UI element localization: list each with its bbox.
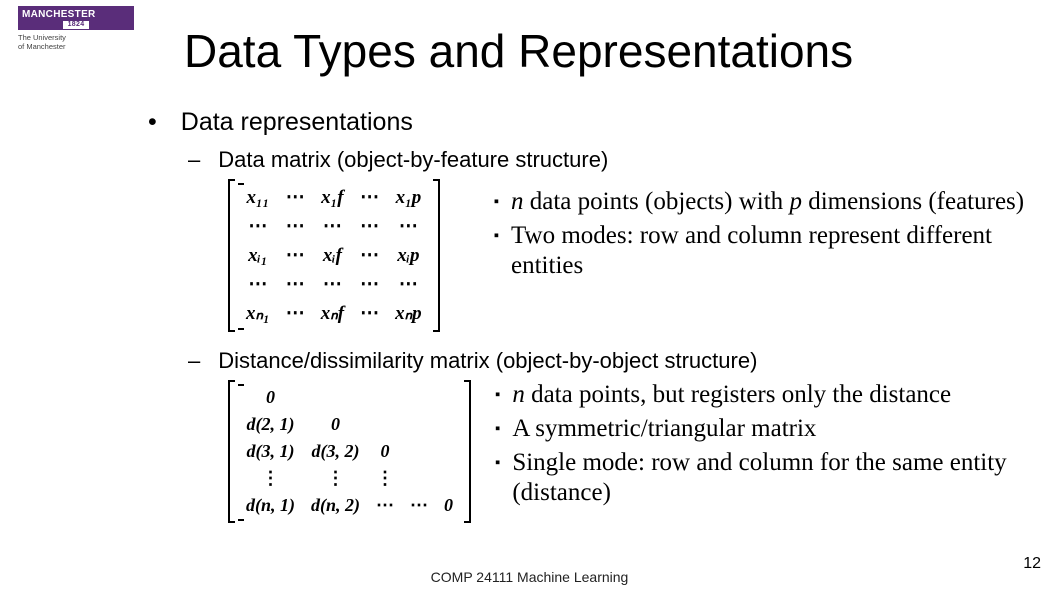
m1-cell: ⋯: [278, 212, 313, 241]
m2-cell: [402, 384, 436, 411]
m2-cell: [402, 465, 436, 492]
m2-cell: d(n, 1): [238, 492, 303, 519]
logo-subtitle: The University of Manchester: [18, 33, 134, 51]
m2-cell: ⋯: [402, 492, 436, 519]
m1-cell: ⋯: [238, 270, 278, 299]
university-logo: MANCHESTER 1824 The University of Manche…: [18, 6, 134, 51]
logo-brand: MANCHESTER 1824: [18, 6, 134, 30]
note-2a: ▪ n data points, but registers only the …: [495, 380, 1028, 410]
m1-cell: ⋯: [238, 212, 278, 241]
slide-title: Data Types and Representations: [184, 24, 853, 78]
notes-distance-matrix: ▪ n data points, but registers only the …: [495, 380, 1028, 523]
m2-cell: ⋯: [368, 492, 402, 519]
m1-cell: xₙ₁: [238, 299, 278, 328]
note-2b-text: A symmetric/triangular matrix: [512, 414, 816, 444]
m1-cell: ⋯: [313, 212, 352, 241]
square-bullet-icon: ▪: [495, 448, 500, 507]
logo-brand-text: MANCHESTER: [22, 9, 96, 20]
m1-cell: ⋯: [352, 270, 387, 299]
sub-bullet-1-text: Data matrix (object-by-feature structure…: [218, 147, 608, 173]
m2-cell: [368, 384, 402, 411]
bullet-main-text: Data representations: [181, 108, 413, 137]
m2-cell: [368, 411, 402, 438]
page-number: 12: [1023, 555, 1041, 573]
m1-cell: ⋯: [278, 183, 313, 212]
m1-cell: ⋯: [387, 212, 430, 241]
note-1a-text: n data points (objects) with p dimension…: [511, 187, 1024, 217]
m2-cell: d(3, 2): [303, 438, 368, 465]
m2-cell: [436, 411, 461, 438]
m2-cell: [436, 384, 461, 411]
section-distance-matrix: 0 d(2, 1)0 d(3, 1)d(3, 2)0 ⋮⋮⋮ d(n, 1)d(…: [228, 380, 1028, 523]
square-bullet-icon: ▪: [495, 380, 500, 410]
m1-cell: ⋯: [352, 183, 387, 212]
distance-matrix: 0 d(2, 1)0 d(3, 1)d(3, 2)0 ⋮⋮⋮ d(n, 1)d(…: [228, 380, 471, 523]
m1-cell: ⋯: [352, 299, 387, 328]
m2-cell: d(3, 1): [238, 438, 303, 465]
m2-cell: 0: [368, 438, 402, 465]
square-bullet-icon: ▪: [495, 414, 500, 444]
m1-cell: ⋯: [313, 270, 352, 299]
bullet-main: • Data representations: [148, 108, 1028, 137]
note-2c: ▪ Single mode: row and column for the sa…: [495, 448, 1028, 507]
note-text: data points (objects) with: [524, 188, 790, 215]
note-2b: ▪ A symmetric/triangular matrix: [495, 414, 1028, 444]
m2-cell: ⋮: [238, 465, 303, 492]
m1-cell: xₙp: [387, 299, 430, 328]
sub-bullet-2-text: Distance/dissimilarity matrix (object-by…: [218, 348, 757, 374]
m1-cell: x₁f: [313, 183, 352, 212]
square-bullet-icon: ▪: [494, 221, 499, 280]
bullet-dot-icon: •: [148, 108, 157, 137]
m1-cell: xᵢ₁: [238, 241, 278, 270]
m2-cell: ⋮: [303, 465, 368, 492]
var-n: n: [512, 381, 525, 408]
var-n: n: [511, 188, 524, 215]
m2-cell: d(2, 1): [238, 411, 303, 438]
sub-bullet-2: – Distance/dissimilarity matrix (object-…: [188, 348, 1028, 374]
note-1a: ▪ n data points (objects) with p dimensi…: [494, 187, 1028, 217]
note-1b-text: Two modes: row and column represent diff…: [511, 221, 1028, 280]
var-p: p: [789, 188, 802, 215]
section-data-matrix: x₁₁⋯x₁f⋯x₁p ⋯⋯⋯⋯⋯ xᵢ₁⋯xᵢf⋯xᵢp ⋯⋯⋯⋯⋯ xₙ₁⋯…: [228, 179, 1028, 332]
note-text: data points, but registers only the dist…: [525, 381, 951, 408]
notes-data-matrix: ▪ n data points (objects) with p dimensi…: [464, 179, 1028, 332]
m1-cell: ⋯: [278, 241, 313, 270]
m2-cell: d(n, 2): [303, 492, 368, 519]
m2-cell: [303, 384, 368, 411]
note-2a-text: n data points, but registers only the di…: [512, 380, 951, 410]
note-text: dimensions (features): [802, 188, 1024, 215]
m1-cell: x₁p: [387, 183, 430, 212]
m2-cell: ⋮: [368, 465, 402, 492]
slide-content: • Data representations – Data matrix (ob…: [148, 108, 1028, 523]
dash-icon: –: [188, 348, 200, 374]
square-bullet-icon: ▪: [494, 187, 499, 217]
m1-cell: x₁₁: [238, 183, 278, 212]
m2-cell: [402, 411, 436, 438]
m1-cell: ⋯: [352, 241, 387, 270]
m2-cell: [436, 438, 461, 465]
m2-cell: [436, 465, 461, 492]
m2-cell: 0: [303, 411, 368, 438]
m1-cell: ⋯: [387, 270, 430, 299]
m1-cell: xᵢp: [387, 241, 430, 270]
m1-cell: ⋯: [278, 270, 313, 299]
logo-year: 1824: [63, 21, 89, 29]
m1-cell: xᵢf: [313, 241, 352, 270]
m1-cell: ⋯: [352, 212, 387, 241]
m2-cell: [402, 438, 436, 465]
note-1b: ▪ Two modes: row and column represent di…: [494, 221, 1028, 280]
m2-cell: 0: [238, 384, 303, 411]
footer-text: COMP 24111 Machine Learning: [0, 569, 1059, 585]
dash-icon: –: [188, 147, 200, 173]
logo-sub-2: of Manchester: [18, 42, 66, 51]
logo-sub-1: The University: [18, 33, 66, 42]
data-matrix: x₁₁⋯x₁f⋯x₁p ⋯⋯⋯⋯⋯ xᵢ₁⋯xᵢf⋯xᵢp ⋯⋯⋯⋯⋯ xₙ₁⋯…: [228, 179, 440, 332]
m1-cell: xₙf: [313, 299, 352, 328]
note-2c-text: Single mode: row and column for the same…: [512, 448, 1028, 507]
m1-cell: ⋯: [278, 299, 313, 328]
m2-cell: 0: [436, 492, 461, 519]
sub-bullet-1: – Data matrix (object-by-feature structu…: [188, 147, 1028, 173]
